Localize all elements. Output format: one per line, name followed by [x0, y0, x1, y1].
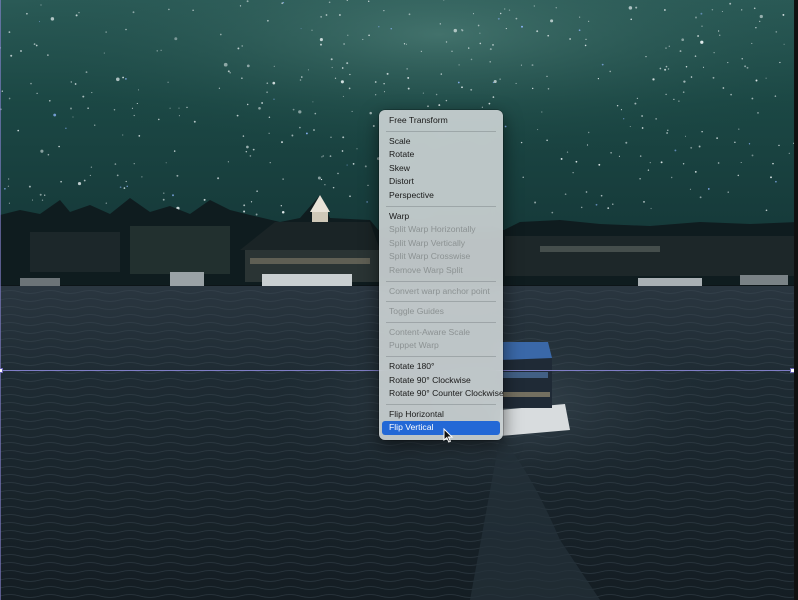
menu-item-convert-warp-anchor-point: Convert warp anchor point: [389, 285, 490, 296]
menu-item-rotate-90-clockwise[interactable]: Rotate 90° Clockwise: [382, 374, 500, 388]
transform-handle-left[interactable]: [0, 368, 3, 373]
menu-separator: [386, 280, 496, 282]
menu-item-rotate-180[interactable]: Rotate 180°: [382, 360, 500, 374]
menu-item-rotate[interactable]: Rotate: [382, 148, 500, 162]
menu-item-skew[interactable]: Skew: [382, 162, 500, 176]
menu-separator: [386, 403, 496, 405]
menu-separator: [386, 130, 496, 132]
menu-separator: [386, 355, 496, 357]
menu-item-remove-warp-split: Remove Warp Split: [389, 264, 463, 275]
menu-item-split-warp-crosswise: Split Warp Crosswise: [389, 251, 471, 262]
menu-item-perspective[interactable]: Perspective: [382, 189, 500, 203]
menu-item-split-warp-vertically: Split Warp Vertically: [389, 237, 466, 248]
transform-context-menu[interactable]: Free Transform Scale Rotate Skew Distort Pers…: [379, 110, 504, 440]
menu-separator: [386, 205, 496, 207]
menu-separator: [386, 301, 496, 303]
menu-item-content-aware-scale: Content-Aware Scale: [389, 326, 471, 337]
menu-item-distort[interactable]: Distort: [382, 175, 500, 189]
menu-item-puppet-warp: Puppet Warp: [389, 340, 439, 351]
menu-item-warp[interactable]: Warp: [382, 210, 500, 224]
menu-item-toggle-guides: Toggle Guides: [389, 306, 444, 317]
menu-item-flip-horizontal[interactable]: Flip Horizontal: [382, 408, 500, 422]
menu-item-split-warp-horizontally: Split Warp Horizontally: [389, 224, 476, 235]
menu-separator: [386, 321, 496, 323]
window-edge: [794, 0, 798, 600]
menu-item-scale[interactable]: Scale: [382, 135, 500, 149]
menu-item-rotate-90-counter-clockwise[interactable]: Rotate 90° Counter Clockwise: [382, 387, 504, 401]
menu-item-flip-vertical[interactable]: Flip Vertical: [382, 421, 500, 435]
arrow-pointer-icon: [443, 428, 454, 443]
transform-bound-left: [0, 0, 1, 600]
menu-item-free-transform[interactable]: Free Transform: [382, 114, 500, 128]
